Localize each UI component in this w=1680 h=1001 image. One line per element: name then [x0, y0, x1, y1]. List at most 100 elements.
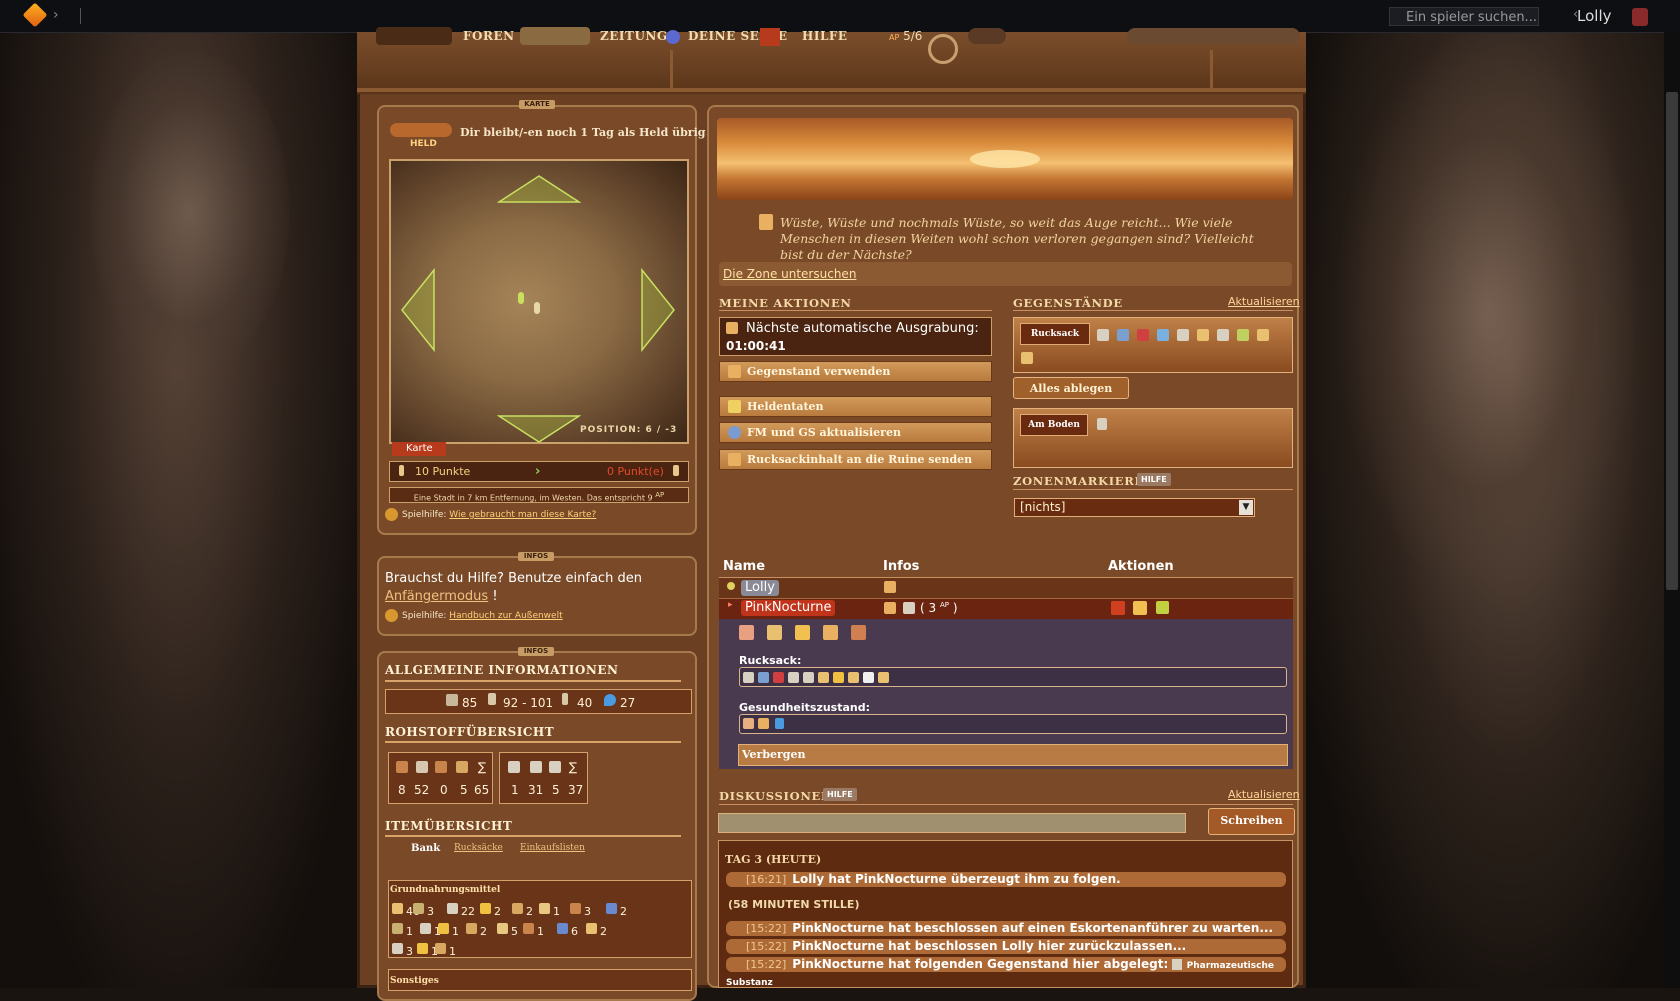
- beginner-mode-link[interactable]: Anfängermodus: [385, 589, 488, 604]
- food-item-icon: [447, 903, 458, 914]
- map-south-arrow[interactable]: [497, 414, 581, 444]
- res2-value: 5: [552, 783, 560, 797]
- res1-value: 5: [460, 783, 468, 797]
- chevron-down-icon[interactable]: ▼: [1239, 500, 1253, 515]
- item-icon[interactable]: [1021, 352, 1033, 364]
- send-to-ruin-button[interactable]: Rucksackinhalt an die Ruine senden: [719, 449, 992, 470]
- message-input[interactable]: [718, 813, 1186, 833]
- hide-details-button[interactable]: Verbergen: [738, 744, 1288, 766]
- nav-help[interactable]: HILFE: [802, 29, 848, 43]
- rucksack-item-icon[interactable]: [1137, 329, 1149, 341]
- rucksack-item-icon[interactable]: [1197, 329, 1209, 341]
- food-item-icon: [420, 923, 431, 934]
- star-icon[interactable]: [1133, 601, 1147, 615]
- arrow-right-icon[interactable]: ›: [535, 464, 540, 479]
- divider: [719, 804, 1293, 805]
- ground-button[interactable]: Am Boden: [1020, 414, 1088, 436]
- citizen-bag-item-icon: [788, 672, 799, 683]
- auto-dig-label: Nächste automatische Ausgrabung:: [746, 321, 979, 336]
- divider: [80, 8, 81, 24]
- map-help-link[interactable]: Wie gebraucht man diese Karte?: [449, 510, 596, 520]
- hero-days-left: Dir bleibt/-en noch 1 Tag als Held übrig…: [460, 126, 711, 139]
- log-text: PinkNocturne hat beschlossen Lolly hier …: [792, 939, 1187, 953]
- book-icon[interactable]: [760, 28, 780, 46]
- ap-close: ): [952, 601, 958, 615]
- food-item-icon: [435, 943, 446, 954]
- rucksack-item-icon[interactable]: [1177, 329, 1189, 341]
- nav-newspaper[interactable]: ZEITUNG: [600, 29, 668, 43]
- cart-icon: [903, 602, 915, 614]
- drop-icon: [604, 694, 616, 706]
- food-item-count: 3: [406, 945, 413, 958]
- background-art-right: [1306, 32, 1680, 988]
- citizen-action-icon[interactable]: [767, 625, 782, 640]
- food-item-count: 2: [480, 925, 487, 938]
- points-left: 10 Punkte: [415, 465, 471, 478]
- citizen-action-icon[interactable]: [795, 625, 810, 640]
- app-logo-icon[interactable]: [22, 2, 48, 28]
- ap-value: 5/6: [903, 29, 923, 43]
- food-item-count: 2: [600, 925, 607, 938]
- add-icon[interactable]: [1156, 601, 1169, 614]
- distance-text: Eine Stadt in 7 km Entfernung, im Westen…: [413, 493, 653, 503]
- food-item-count: 2: [620, 905, 627, 918]
- tab-shopping-lists[interactable]: Einkaufslisten: [520, 843, 585, 853]
- zone-marker-select[interactable]: [nichts]: [1014, 498, 1255, 517]
- map-east-arrow[interactable]: [640, 268, 676, 352]
- chevron-right-icon[interactable]: ›: [53, 7, 59, 23]
- explore-zone-link[interactable]: Die Zone untersuchen: [723, 267, 856, 281]
- write-button[interactable]: Schreiben: [1208, 808, 1295, 835]
- col-infos: Infos: [883, 559, 920, 574]
- citizen-action-icon[interactable]: [739, 625, 754, 640]
- scrollbar-thumb[interactable]: [1666, 92, 1678, 590]
- map-karte-tab[interactable]: Karte: [392, 442, 446, 456]
- citizen-name[interactable]: Lolly: [741, 580, 779, 596]
- status-icons[interactable]: [968, 28, 1006, 44]
- rucksack-item-icon[interactable]: [1217, 329, 1229, 341]
- map-west-arrow[interactable]: [400, 268, 436, 352]
- tab-bank[interactable]: Bank: [411, 843, 440, 854]
- hero-wings-icon: [390, 123, 452, 137]
- nav-forums[interactable]: FOREN: [463, 29, 515, 43]
- use-item-button[interactable]: Gegenstand verwenden: [719, 361, 992, 382]
- rucksack-item-icon[interactable]: [1257, 329, 1269, 341]
- res1-value: 65: [474, 783, 490, 797]
- scrap-icon: [456, 761, 468, 773]
- map-north-arrow[interactable]: [497, 174, 581, 204]
- rucksack-item-icon[interactable]: [1157, 329, 1169, 341]
- soul-icon[interactable]: [666, 30, 680, 44]
- inventory-toolbar[interactable]: [1127, 28, 1300, 44]
- drop-all-button[interactable]: Alles ablegen: [1013, 377, 1129, 399]
- explore-zone[interactable]: Die Zone untersuchen: [719, 262, 1292, 286]
- rucksack-item-icon[interactable]: [1097, 329, 1109, 341]
- outside-manual-link[interactable]: Handbuch zur Außenwelt: [449, 611, 562, 621]
- citizen-name[interactable]: PinkNocturne: [741, 600, 836, 616]
- username[interactable]: Lolly: [1577, 7, 1611, 25]
- tab-rucksacks[interactable]: Rucksäcke: [454, 843, 503, 853]
- table-row[interactable]: [719, 578, 1293, 599]
- component-icon: [508, 761, 520, 773]
- plank-icon: [435, 761, 447, 773]
- citizen-info-icon: [884, 581, 896, 593]
- metal-icon: [416, 761, 428, 773]
- pipe-decoration: [357, 88, 1306, 92]
- attack-icon[interactable]: [1111, 601, 1125, 615]
- nav-pill: [520, 27, 590, 45]
- discussion-help[interactable]: HILFE: [823, 788, 857, 801]
- rucksack-button[interactable]: Rucksack: [1020, 323, 1090, 345]
- expand-icon[interactable]: ▸: [728, 600, 733, 610]
- rucksack-item-icon[interactable]: [1117, 329, 1129, 341]
- update-zone-button[interactable]: FM und GS aktualisieren: [719, 422, 992, 443]
- citizen-action-icon[interactable]: [851, 625, 866, 640]
- avatar[interactable]: [1632, 8, 1648, 26]
- discussion-refresh-link[interactable]: Aktualisieren: [1228, 788, 1300, 801]
- pipe-decoration: [1210, 50, 1213, 92]
- player-search-input[interactable]: Ein spieler suchen...: [1389, 7, 1539, 26]
- markers-help[interactable]: HILFE: [1137, 473, 1171, 486]
- citizen-action-icon[interactable]: [823, 625, 838, 640]
- items-refresh-link[interactable]: Aktualisieren: [1228, 295, 1300, 308]
- action-points: AP 5/6: [889, 29, 922, 43]
- hero-deeds-button[interactable]: Heldentaten: [719, 396, 992, 417]
- rucksack-item-icon[interactable]: [1237, 329, 1249, 341]
- ground-item-icon[interactable]: [1097, 418, 1107, 430]
